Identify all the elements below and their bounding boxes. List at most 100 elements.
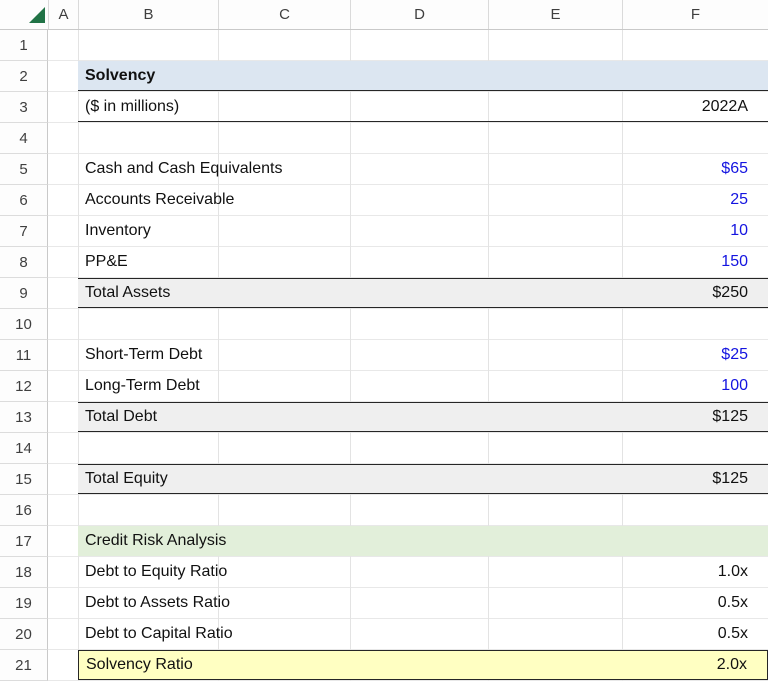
- cell-range-B15-F15: Total Equity $125: [78, 464, 768, 494]
- cell-B9-label[interactable]: Total Assets: [78, 284, 170, 302]
- row-header-12[interactable]: 12: [0, 371, 48, 402]
- row-header-8[interactable]: 8: [0, 247, 48, 278]
- cell-F11-value[interactable]: $25: [721, 346, 768, 364]
- cell-range-B12-F12: Long-Term Debt 100: [78, 371, 768, 401]
- sheet-row-6: 6 Accounts Receivable 25: [0, 185, 768, 216]
- cell-F12-value[interactable]: 100: [721, 377, 768, 395]
- cell-range-B4-F4[interactable]: [78, 123, 768, 153]
- cell-F7-value[interactable]: 10: [730, 222, 768, 240]
- cell-range-B7-F7: Inventory 10: [78, 216, 768, 246]
- cell-F15-value[interactable]: $125: [712, 470, 768, 488]
- cell-range-B3-F3: ($ in millions) 2022A: [78, 92, 768, 122]
- row-header-1[interactable]: 1: [0, 30, 48, 61]
- column-header-E[interactable]: E: [488, 0, 622, 29]
- cell-F19-value[interactable]: 0.5x: [718, 594, 768, 612]
- cell-B19-label[interactable]: Debt to Assets Ratio: [78, 594, 230, 612]
- sheet-row-3: 3 ($ in millions) 2022A: [0, 92, 768, 123]
- sheet-row-21: 21 Solvency Ratio 2.0x: [0, 650, 768, 681]
- row-cells-19: Debt to Assets Ratio 0.5x: [48, 588, 768, 619]
- row-header-14[interactable]: 14: [0, 433, 48, 464]
- row-header-10[interactable]: 10: [0, 309, 48, 340]
- cell-range-B20-F20: Debt to Capital Ratio 0.5x: [78, 619, 768, 649]
- row-cells-14: [48, 433, 768, 464]
- row-header-18[interactable]: 18: [0, 557, 48, 588]
- row-header-3[interactable]: 3: [0, 92, 48, 123]
- cell-F8-value[interactable]: 150: [721, 253, 768, 271]
- row-cells-15: Total Equity $125: [48, 464, 768, 495]
- cell-range-B19-F19: Debt to Assets Ratio 0.5x: [78, 588, 768, 618]
- column-header-row: A B C D E F: [0, 0, 768, 30]
- cell-range-B11-F11: Short-Term Debt $25: [78, 340, 768, 370]
- row-header-19[interactable]: 19: [0, 588, 48, 619]
- cell-B20-label[interactable]: Debt to Capital Ratio: [78, 625, 233, 643]
- row-header-6[interactable]: 6: [0, 185, 48, 216]
- cell-range-B1-F1[interactable]: [78, 30, 768, 60]
- cell-range-B17-F17: Credit Risk Analysis: [78, 526, 768, 556]
- row-cells-5: Cash and Cash Equivalents $65: [48, 154, 768, 185]
- row-header-13[interactable]: 13: [0, 402, 48, 433]
- row-cells-2: Solvency: [48, 61, 768, 92]
- column-header-F[interactable]: F: [622, 0, 768, 29]
- cell-B18-label[interactable]: Debt to Equity Ratio: [78, 563, 227, 581]
- row-header-7[interactable]: 7: [0, 216, 48, 247]
- cell-B15-label[interactable]: Total Equity: [78, 470, 168, 488]
- cell-F13-value[interactable]: $125: [712, 408, 768, 426]
- cell-B3-label[interactable]: ($ in millions): [78, 98, 179, 116]
- sheet-row-8: 8 PP&E 150: [0, 247, 768, 278]
- column-header-C[interactable]: C: [218, 0, 350, 29]
- row-header-20[interactable]: 20: [0, 619, 48, 650]
- row-header-21[interactable]: 21: [0, 650, 48, 681]
- row-cells-17: Credit Risk Analysis: [48, 526, 768, 557]
- row-header-9[interactable]: 9: [0, 278, 48, 309]
- sheet-row-20: 20 Debt to Capital Ratio 0.5x: [0, 619, 768, 650]
- row-header-4[interactable]: 4: [0, 123, 48, 154]
- row-cells-7: Inventory 10: [48, 216, 768, 247]
- cell-F9-value[interactable]: $250: [712, 284, 768, 302]
- cell-F3-value[interactable]: 2022A: [702, 98, 768, 116]
- row-header-5[interactable]: 5: [0, 154, 48, 185]
- row-cells-20: Debt to Capital Ratio 0.5x: [48, 619, 768, 650]
- cell-B2-label[interactable]: Solvency: [78, 67, 155, 85]
- row-header-17[interactable]: 17: [0, 526, 48, 557]
- sheet-row-19: 19 Debt to Assets Ratio 0.5x: [0, 588, 768, 619]
- row-cells-16: [48, 495, 768, 526]
- cell-F5-value[interactable]: $65: [721, 160, 768, 178]
- cell-range-B21-F21: Solvency Ratio 2.0x: [78, 650, 768, 680]
- cell-range-B14-F14[interactable]: [78, 433, 768, 463]
- column-header-B[interactable]: B: [78, 0, 218, 29]
- row-cells-4: [48, 123, 768, 154]
- row-cells-9: Total Assets $250: [48, 278, 768, 309]
- cell-B6-label[interactable]: Accounts Receivable: [78, 191, 234, 209]
- cell-range-B10-F10[interactable]: [78, 309, 768, 339]
- sheet-row-15: 15 Total Equity $125: [0, 464, 768, 495]
- row-cells-10: [48, 309, 768, 340]
- cell-B12-label[interactable]: Long-Term Debt: [78, 377, 200, 395]
- cell-B21-label[interactable]: Solvency Ratio: [79, 656, 193, 674]
- row-header-15[interactable]: 15: [0, 464, 48, 495]
- cell-range-B5-F5: Cash and Cash Equivalents $65: [78, 154, 768, 184]
- cell-B17-label[interactable]: Credit Risk Analysis: [78, 532, 226, 550]
- cell-B7-label[interactable]: Inventory: [78, 222, 151, 240]
- cell-F6-value[interactable]: 25: [730, 191, 768, 209]
- sheet-row-16: 16: [0, 495, 768, 526]
- cell-B13-label[interactable]: Total Debt: [78, 408, 157, 426]
- cell-range-B16-F16[interactable]: [78, 495, 768, 525]
- cell-F20-value[interactable]: 0.5x: [718, 625, 768, 643]
- cell-F18-value[interactable]: 1.0x: [718, 563, 768, 581]
- cell-B11-label[interactable]: Short-Term Debt: [78, 346, 202, 364]
- spreadsheet: A B C D E F 1 2 Solvency 3 ($ in millions) 20…: [0, 0, 768, 681]
- sheet-row-4: 4: [0, 123, 768, 154]
- cell-B5-label[interactable]: Cash and Cash Equivalents: [78, 160, 282, 178]
- sheet-row-7: 7 Inventory 10: [0, 216, 768, 247]
- cell-F21-value[interactable]: 2.0x: [717, 656, 767, 674]
- column-header-D[interactable]: D: [350, 0, 488, 29]
- sheet-row-14: 14: [0, 433, 768, 464]
- row-header-11[interactable]: 11: [0, 340, 48, 371]
- row-header-16[interactable]: 16: [0, 495, 48, 526]
- column-header-A[interactable]: A: [48, 0, 78, 29]
- row-cells-18: Debt to Equity Ratio 1.0x: [48, 557, 768, 588]
- row-header-2[interactable]: 2: [0, 61, 48, 92]
- sheet-row-10: 10: [0, 309, 768, 340]
- select-all-corner[interactable]: [0, 0, 48, 29]
- cell-B8-label[interactable]: PP&E: [78, 253, 128, 271]
